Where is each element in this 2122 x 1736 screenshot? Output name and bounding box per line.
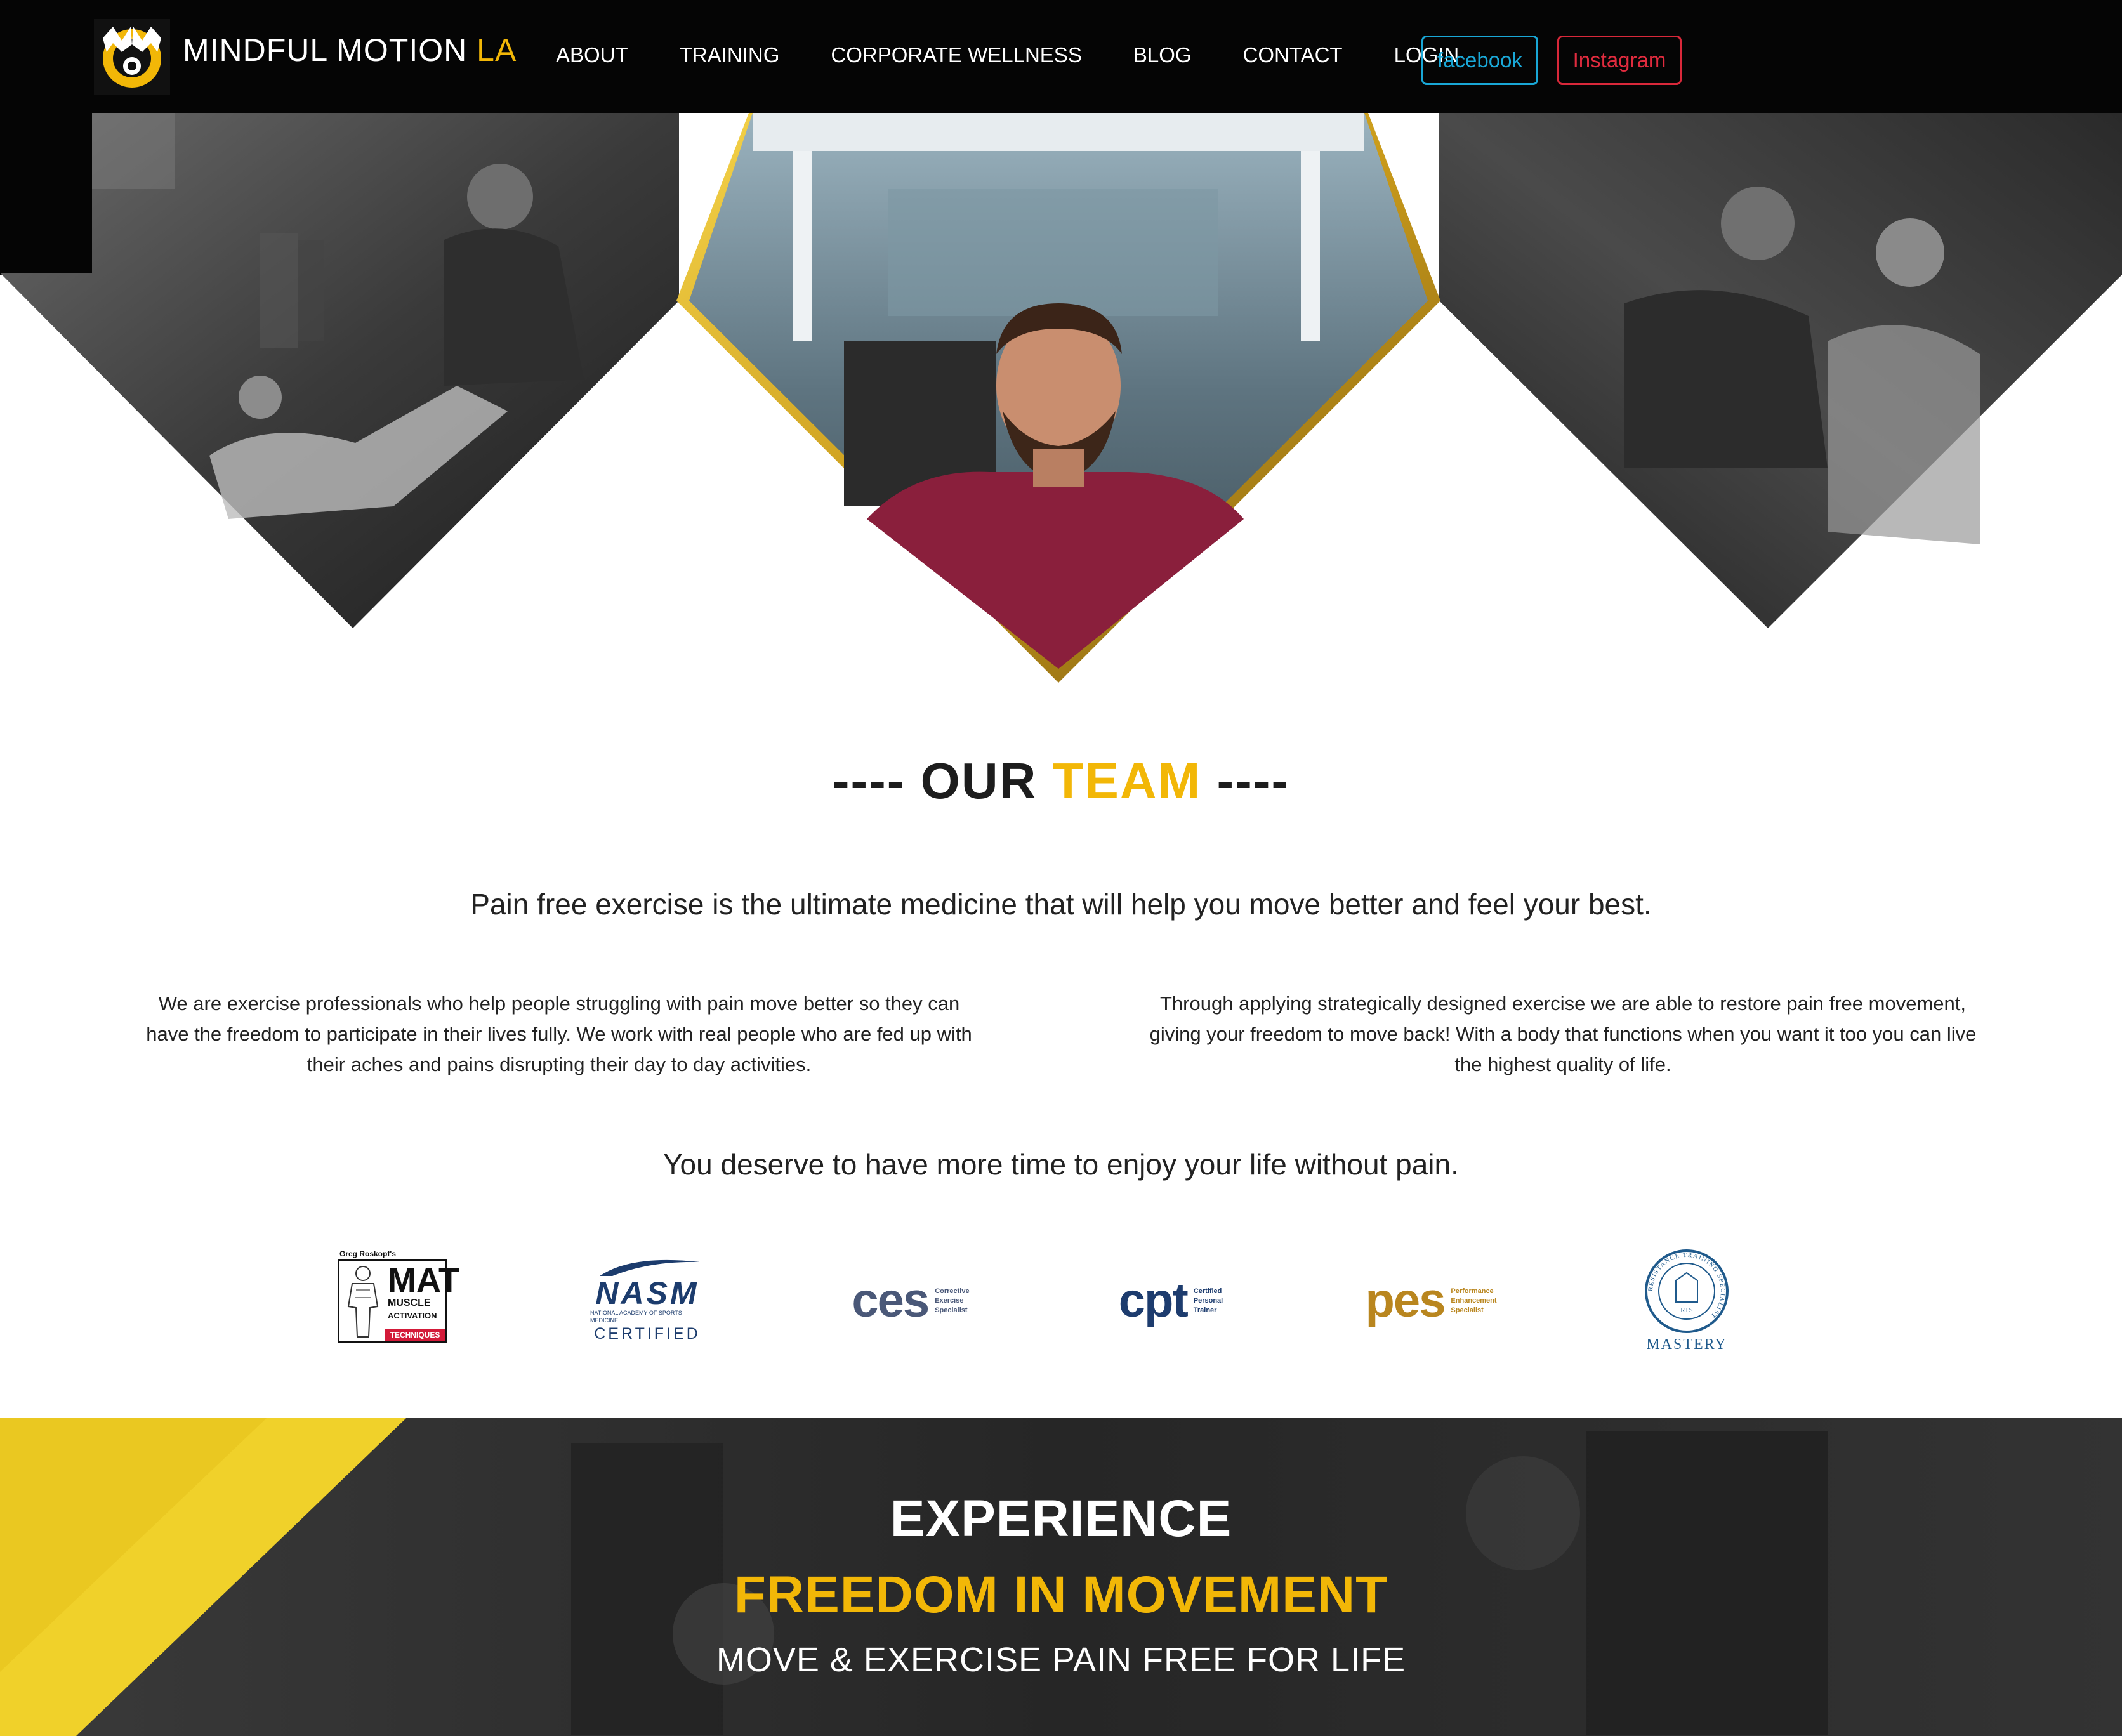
- ces-caption-line1: Corrective: [935, 1287, 970, 1295]
- cpt-caption-line1: Certified: [1193, 1287, 1222, 1295]
- heading-dashes-right: ----: [1201, 753, 1290, 809]
- pes-caption-line2: Enhancement: [1451, 1296, 1497, 1305]
- top-navbar: MINDFUL MOTION LA ABOUT TRAINING CORPORA…: [0, 0, 2122, 113]
- team-tagline: Pain free exercise is the ultimate medic…: [470, 888, 1652, 921]
- banner-line-subtitle: MOVE & EXERCISE PAIN FREE FOR LIFE: [716, 1641, 1406, 1679]
- ces-caption-line2: Exercise: [935, 1296, 964, 1305]
- nasm-logo-word: NASM: [595, 1275, 699, 1311]
- pes-logo-caption: Performance Enhancement Specialist: [1451, 1287, 1496, 1315]
- cpt-logo-letters: cpt: [1118, 1273, 1189, 1327]
- mat-logo-owner: Greg Roskopf's: [339, 1249, 396, 1258]
- banner-line-experience: EXPERIENCE: [890, 1490, 1232, 1548]
- brand-logo-icon[interactable]: [94, 19, 170, 95]
- cpt-certification-logo: cpt Certified Personal Trainer: [1114, 1247, 1228, 1355]
- nav-link-training[interactable]: TRAINING: [680, 43, 780, 67]
- pes-caption-line1: Performance: [1451, 1287, 1494, 1295]
- brand-name[interactable]: MINDFUL MOTION LA: [183, 32, 517, 69]
- rts-seal-icon: RESISTANCE TRAINING SPECIALIST RTS: [1645, 1249, 1729, 1333]
- mat-logo-big: MAT: [388, 1261, 459, 1299]
- banner-line-freedom: FREEDOM IN MOVEMENT: [734, 1566, 1388, 1624]
- team-text-left: We are exercise professionals who help p…: [146, 992, 972, 1075]
- nav-link-about[interactable]: ABOUT: [556, 43, 628, 67]
- nav-link-blog[interactable]: BLOG: [1133, 43, 1192, 67]
- ces-logo-letters: ces: [852, 1273, 930, 1327]
- mat-logo-line2: ACTIVATION: [388, 1311, 437, 1320]
- pes-certification-logo: pes Performance Enhancement Specialist: [1365, 1247, 1496, 1355]
- hero-collage-graphic: [0, 113, 2122, 683]
- mat-certification-logo: Greg Roskopf's MAT MUSCLE ACTIVATION TEC…: [336, 1247, 459, 1355]
- heading-dashes-left: ----: [832, 753, 921, 809]
- team-closing-line: You deserve to have more time to enjoy y…: [663, 1148, 1459, 1181]
- nasm-logo-certified: CERTIFIED: [594, 1325, 701, 1343]
- mat-logo-line1: MUSCLE: [388, 1298, 431, 1308]
- anatomy-figure-icon: [347, 1266, 379, 1338]
- instagram-button[interactable]: Instagram: [1557, 36, 1682, 85]
- team-text-right: Through applying strategically designed …: [1149, 992, 1977, 1075]
- nav-link-corporate-wellness[interactable]: CORPORATE WELLNESS: [831, 43, 1081, 67]
- our-team-heading: ---- OUR TEAM ----: [0, 752, 2122, 810]
- cpt-caption-line3: Trainer: [1193, 1306, 1217, 1314]
- nav-links: ABOUT TRAINING CORPORATE WELLNESS BLOG C…: [556, 43, 1510, 67]
- nasm-certification-logo: NASM NATIONAL ACADEMY OF SPORTS MEDICINE…: [590, 1247, 704, 1355]
- nav-link-contact[interactable]: CONTACT: [1243, 43, 1343, 67]
- brand-name-text: MINDFUL MOTION: [183, 32, 468, 68]
- heading-word-our: OUR: [920, 753, 1053, 809]
- hero-photo-collage: [0, 113, 2122, 690]
- ces-caption-line3: Specialist: [935, 1306, 968, 1314]
- mat-logo-box: Greg Roskopf's MAT MUSCLE ACTIVATION TEC…: [338, 1249, 459, 1343]
- rts-inner-text: RTS: [1680, 1306, 1693, 1314]
- nasm-logo-sub: NATIONAL ACADEMY OF SPORTS MEDICINE: [590, 1310, 682, 1324]
- pes-caption-line3: Specialist: [1451, 1306, 1484, 1314]
- ces-certification-logo: ces Corrective Exercise Specialist: [850, 1247, 971, 1355]
- brand-name-suffix: LA: [477, 32, 517, 68]
- facebook-button[interactable]: facebook: [1421, 36, 1538, 85]
- experience-banner: EXPERIENCE FREEDOM IN MOVEMENT MOVE & EX…: [0, 1418, 2122, 1736]
- heading-word-team: TEAM: [1052, 753, 1202, 809]
- rts-logo-label: MASTERY: [1646, 1336, 1727, 1353]
- rts-certification-logo: RESISTANCE TRAINING SPECIALIST RTS MASTE…: [1642, 1247, 1731, 1355]
- cpt-caption-line2: Personal: [1193, 1296, 1223, 1305]
- cpt-logo-caption: Certified Personal Trainer: [1194, 1287, 1223, 1315]
- pes-logo-letters: pes: [1365, 1273, 1446, 1327]
- nasm-swoosh-icon: [600, 1259, 700, 1276]
- mat-logo-line3: TECHNIQUES: [385, 1329, 445, 1341]
- ces-logo-caption: Corrective Exercise Specialist: [935, 1287, 969, 1315]
